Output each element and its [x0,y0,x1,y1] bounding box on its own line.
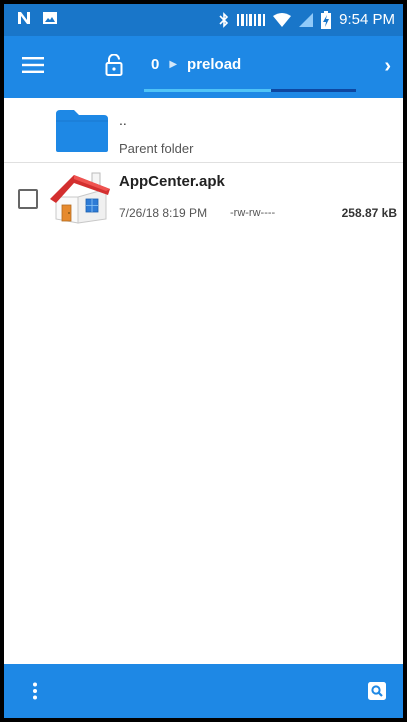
house-icon [50,172,110,224]
path-scroll-track [144,89,356,92]
wifi-icon [273,13,292,27]
vibrate-icon [237,14,266,26]
parent-folder-label: Parent folder [119,141,194,156]
file-name: AppCenter.apk [119,173,225,190]
battery-charging-icon [321,11,332,29]
breadcrumb: 0 ▶ preload [151,56,241,73]
file-permissions: -rw-rw---- [230,207,276,219]
bottom-bar [4,664,403,718]
file-date: 7/26/18 8:19 PM [119,206,208,220]
search-icon[interactable] [368,682,386,700]
breadcrumb-index[interactable]: 0 [151,56,159,73]
file-checkbox[interactable] [18,189,38,209]
image-notification-icon [43,12,57,24]
parent-folder-row[interactable]: .. Parent folder [4,98,403,163]
status-bar: 9:54 PM [4,4,403,36]
status-time: 9:54 PM [339,11,395,28]
no-signal-icon [299,13,314,27]
app-screen: 9:54 PM 0 ▶ preload › .. Parent folder A… [4,4,403,718]
list-item[interactable]: AppCenter.apk 7/26/18 8:19 PM -rw-rw----… [4,163,403,235]
hamburger-menu-icon[interactable] [22,56,44,74]
breadcrumb-separator-icon: ▶ [169,59,178,70]
status-bar-right: 9:54 PM [219,10,395,30]
toolbar: 0 ▶ preload › [4,36,403,98]
bluetooth-icon [219,12,229,28]
chevron-right-icon[interactable]: › [384,55,391,78]
parent-folder-dots: .. [119,112,127,128]
n-notification-icon [18,12,30,24]
unlock-icon[interactable] [105,54,123,76]
file-list: .. Parent folder AppCenter.apk 7/26/18 8… [4,98,403,235]
file-size: 258.87 kB [341,206,397,220]
more-vertical-icon[interactable] [32,682,38,700]
folder-icon [56,110,108,152]
breadcrumb-folder[interactable]: preload [187,56,241,73]
status-bar-left [16,10,58,26]
path-scroll-indicator [144,89,272,92]
